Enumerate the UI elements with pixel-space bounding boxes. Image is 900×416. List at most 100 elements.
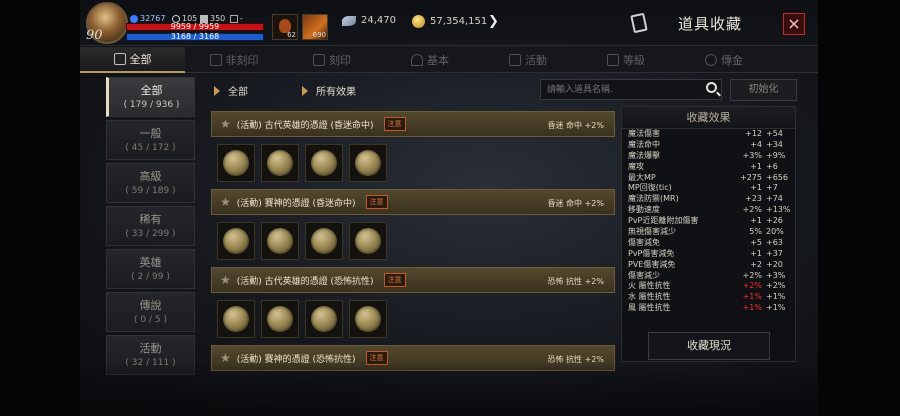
category-count: ( 2 / 99 ): [131, 272, 170, 282]
effect-max-value: +9%: [766, 150, 786, 160]
tab-non-engraved[interactable]: 非刻印: [185, 47, 283, 73]
star-icon[interactable]: ★: [220, 273, 231, 287]
category-label: 高級: [139, 170, 162, 183]
collection-header[interactable]: ★ (活動) 古代英雄的憑證 (恐怖抗性) 注意 恐怖 抗性 +2%: [211, 267, 615, 293]
item-slot[interactable]: [305, 300, 343, 338]
tab-event-label: 活動: [525, 54, 547, 67]
search-icon[interactable]: [706, 82, 717, 93]
category-all[interactable]: 全部 ( 179 / 936 ): [106, 77, 195, 117]
effect-row: PvP近距離附加傷害 +1 +26: [622, 216, 795, 227]
medal-icon: [223, 228, 249, 254]
bottom-shade: [80, 362, 818, 416]
tab-engraved-label: 刻印: [329, 54, 351, 67]
medal-icon: [311, 150, 337, 176]
gift-icon: [509, 54, 521, 66]
effect-name: 無視傷害減少: [628, 227, 676, 237]
effect-name: MP回復(tic): [628, 183, 672, 193]
tab-event[interactable]: 活動: [479, 47, 577, 73]
effect-name: 魔法防禦(MR): [628, 194, 679, 204]
effect-name: 移動速度: [628, 205, 660, 215]
item-slot[interactable]: [217, 144, 255, 182]
filter-effect[interactable]: 所有效果: [302, 83, 356, 98]
effect-row: 魔攻 +1 +6: [622, 162, 795, 173]
mask-icon: [209, 54, 222, 66]
effect-current-value: +1: [750, 216, 762, 226]
mp-text: 3168 / 3168: [170, 32, 220, 41]
category-count: ( 0 / 5 ): [134, 315, 167, 325]
effect-current-value: +12: [745, 129, 762, 138]
effect-current-value: +2%: [742, 205, 762, 215]
item-slot[interactable]: [305, 222, 343, 260]
collection-group: ★ (活動) 賽神的憑證 (昏迷命中) 注意 昏迷 命中 +2%: [211, 189, 615, 267]
collection-stat: 昏迷 命中 +2%: [547, 199, 604, 208]
tab-level[interactable]: 等級: [577, 47, 675, 73]
effect-name: 風 屬性抗性: [628, 303, 671, 313]
tab-engraved[interactable]: 刻印: [283, 47, 381, 73]
feather-amount: 24,470: [361, 15, 396, 26]
mp-bar: 3168 / 3168: [126, 32, 264, 41]
buff-potion-count: 62: [287, 31, 296, 39]
effect-current-value: +4: [750, 139, 762, 149]
category-rare[interactable]: 稀有 ( 33 / 299 ): [106, 206, 195, 246]
category-label: 一般: [139, 127, 162, 140]
triangle-right-icon: [214, 85, 220, 96]
star-icon[interactable]: ★: [220, 117, 231, 131]
collection-status-button[interactable]: 收藏現況: [648, 332, 770, 360]
hp-text: 9959 / 9959: [170, 22, 220, 31]
buff-potion[interactable]: 62: [272, 14, 298, 40]
effect-row: 火 屬性抗性 +2% +2%: [622, 281, 795, 292]
collection-name: (活動) 古代英雄的憑證 (昏迷命中): [236, 120, 374, 131]
effect-max-value: +54: [766, 129, 783, 138]
gold-coin-icon: [412, 15, 425, 28]
tab-basic[interactable]: 基本: [381, 47, 479, 73]
item-slot[interactable]: [349, 222, 387, 260]
horseshoe-icon: [411, 54, 423, 66]
effects-panel-title: 收藏效果: [622, 107, 795, 129]
filter-category[interactable]: 全部: [214, 83, 248, 98]
item-slot[interactable]: [261, 222, 299, 260]
effect-current-value: +1%: [742, 292, 762, 302]
item-slot[interactable]: [305, 144, 343, 182]
character-level: 90: [86, 28, 103, 43]
category-hero[interactable]: 英雄 ( 2 / 99 ): [106, 249, 195, 289]
search-input[interactable]: [540, 79, 722, 100]
item-slot[interactable]: [261, 144, 299, 182]
reset-button[interactable]: 初始化: [730, 79, 797, 101]
hp-bar: 9959 / 9959: [126, 22, 264, 31]
category-normal[interactable]: 一般 ( 45 / 172 ): [106, 120, 195, 160]
effect-row: 傷害減免 +5 +63: [622, 238, 795, 249]
tab-all[interactable]: 全部: [80, 47, 185, 73]
game-screen: 90 32767 105 350 - 9959 / 9959 3168 / 31…: [80, 0, 818, 416]
effect-name: 傷害減免: [628, 237, 660, 247]
item-slot[interactable]: [217, 300, 255, 338]
effect-name: 魔法爆擊: [628, 150, 660, 160]
category-label: 全部: [140, 84, 163, 97]
effect-name: 水 屬性抗性: [628, 292, 671, 302]
category-legend[interactable]: 傳說 ( 0 / 5 ): [106, 292, 195, 332]
close-button[interactable]: ×: [783, 13, 805, 35]
effects-list[interactable]: 魔法傷害 +12 +54 魔法命中 +4 +34 魔法爆擊 +3% +9% 魔攻 +1 +6 最大MP +…: [622, 129, 795, 314]
tab-level-label: 等級: [623, 54, 645, 67]
effect-current-value: +1%: [742, 303, 762, 313]
chevron-right-icon[interactable]: ❯: [488, 14, 499, 29]
buff-fire[interactable]: 690: [302, 14, 328, 40]
category-advanced[interactable]: 高級 ( 59 / 189 ): [106, 163, 195, 203]
star-icon: [705, 54, 717, 66]
collection-items: [211, 137, 615, 189]
item-slot[interactable]: [217, 222, 255, 260]
item-slot[interactable]: [349, 300, 387, 338]
feather-icon: [342, 15, 356, 26]
item-slot[interactable]: [261, 300, 299, 338]
collection-header[interactable]: ★ (活動) 古代英雄的憑證 (昏迷命中) 注意 昏迷 命中 +2%: [211, 111, 615, 137]
item-slot[interactable]: [349, 144, 387, 182]
effect-name: PVE傷害減免: [628, 259, 676, 269]
tab-special-label: 傳金: [721, 54, 743, 67]
tab-special[interactable]: 傳金: [675, 47, 773, 73]
collection-group: ★ (活動) 古代英雄的憑證 (昏迷命中) 注意 昏迷 命中 +2%: [211, 111, 615, 189]
star-icon[interactable]: ★: [220, 195, 231, 209]
collection-header[interactable]: ★ (活動) 賽神的憑證 (昏迷命中) 注意 昏迷 命中 +2%: [211, 189, 615, 215]
effect-row: 魔法爆擊 +3% +9%: [622, 151, 795, 162]
effect-row: PvP傷害減免 +1 +37: [622, 249, 795, 260]
effect-current-value: +1: [750, 248, 762, 258]
right-letterbox: [818, 0, 900, 416]
